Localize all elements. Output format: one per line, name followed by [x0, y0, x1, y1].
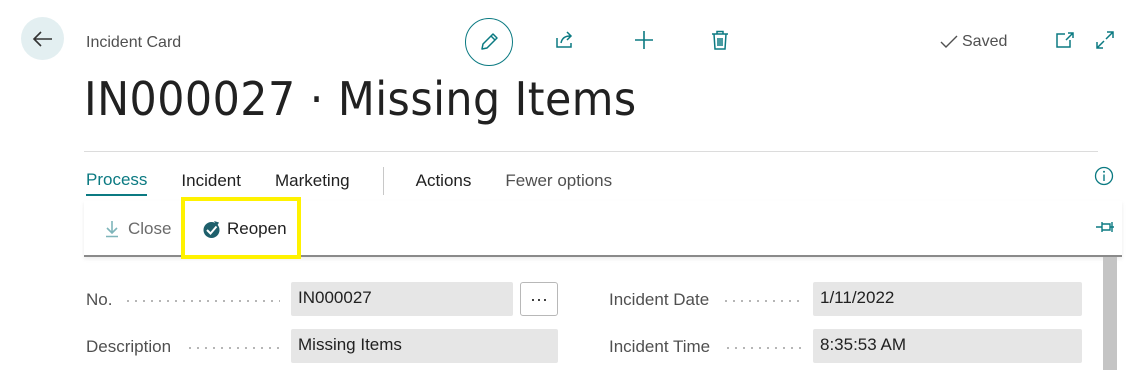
- tab-actions[interactable]: Actions: [416, 171, 472, 195]
- tab-process[interactable]: Process: [86, 170, 148, 196]
- pencil-icon: [481, 33, 498, 50]
- back-button[interactable]: [21, 17, 64, 60]
- tab-marketing[interactable]: Marketing: [275, 171, 350, 195]
- leader-dots: [124, 300, 280, 302]
- plus-icon: [635, 31, 653, 49]
- tab-fewer-options[interactable]: Fewer options: [505, 171, 612, 195]
- open-new-window-button[interactable]: [1047, 22, 1083, 58]
- lookup-button[interactable]: ···: [520, 282, 558, 316]
- field-label-no: No.: [86, 290, 113, 309]
- leader-dots: [186, 347, 280, 349]
- expand-icon: [1096, 31, 1114, 49]
- tab-divider: [84, 151, 1098, 152]
- page-title: IN000027 · Missing Items: [84, 72, 637, 126]
- back-arrow-icon: [32, 30, 52, 47]
- trash-icon: [712, 30, 728, 50]
- leader-dots: [722, 300, 802, 302]
- edit-button[interactable]: [465, 18, 513, 66]
- tab-separator: [382, 167, 384, 195]
- tab-incident[interactable]: Incident: [181, 171, 241, 195]
- saved-label: Saved: [962, 33, 1008, 50]
- close-down-arrow-icon: [106, 221, 118, 238]
- open-new-window-icon: [1056, 32, 1074, 48]
- reopen-highlight-box: [181, 197, 301, 259]
- field-label-incident-time: Incident Time: [609, 337, 711, 356]
- checkmark-icon: [940, 35, 958, 48]
- no-field[interactable]: IN000027: [291, 282, 513, 316]
- scrollbar[interactable]: [1103, 257, 1117, 370]
- expand-button[interactable]: [1087, 22, 1123, 58]
- action-tabs: Process Incident Marketing Actions Fewer…: [86, 167, 646, 199]
- incident-time-field[interactable]: 8:35:53 AM: [813, 329, 1082, 363]
- new-button[interactable]: [626, 22, 662, 58]
- description-field[interactable]: Missing Items: [291, 329, 558, 363]
- field-label-incident-date: Incident Date: [609, 290, 710, 309]
- share-button[interactable]: [547, 22, 583, 58]
- incident-date-field[interactable]: 1/11/2022: [813, 282, 1082, 316]
- saved-status: Saved: [940, 33, 1007, 51]
- info-button[interactable]: [1094, 166, 1114, 191]
- info-icon: [1094, 166, 1114, 186]
- pin-icon: [1096, 222, 1114, 232]
- close-action[interactable]: Close: [104, 219, 171, 239]
- share-icon: [556, 31, 573, 48]
- pin-button[interactable]: [1095, 219, 1115, 240]
- close-action-label: Close: [128, 219, 172, 238]
- field-label-description: Description: [86, 337, 172, 356]
- delete-button[interactable]: [702, 22, 738, 58]
- breadcrumb: Incident Card: [86, 34, 182, 51]
- leader-dots: [724, 347, 802, 349]
